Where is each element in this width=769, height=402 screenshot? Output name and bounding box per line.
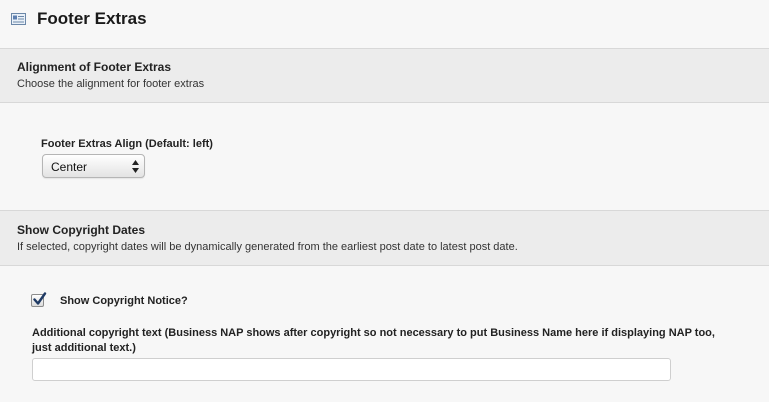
page-title: Footer Extras xyxy=(37,9,147,28)
copyright-section-description: If selected, copyright dates will be dyn… xyxy=(17,241,518,253)
select-arrows-icon xyxy=(132,160,139,173)
alignment-section-header: Alignment of Footer Extras Choose the al… xyxy=(0,48,769,103)
alignment-section-description: Choose the alignment for footer extras xyxy=(17,78,205,90)
page-header: Footer Extras xyxy=(0,0,769,42)
show-copyright-label: Show Copyright Notice? xyxy=(60,295,188,307)
additional-copyright-label-line2: just additional text.) xyxy=(32,342,136,354)
footer-align-select[interactable]: Center xyxy=(42,154,145,178)
footer-align-selected-value: Center xyxy=(51,160,88,174)
additional-copyright-input[interactable] xyxy=(32,358,671,381)
additional-copyright-label-line1: Additional copyright text (Business NAP … xyxy=(32,327,715,339)
alignment-section-title: Alignment of Footer Extras xyxy=(17,60,172,74)
settings-panel-icon xyxy=(11,13,26,25)
copyright-section-header: Show Copyright Dates If selected, copyri… xyxy=(0,210,769,266)
copyright-section-title: Show Copyright Dates xyxy=(17,223,146,237)
settings-page: Footer Extras Alignment of Footer Extras… xyxy=(0,0,769,402)
checkmark-icon xyxy=(33,292,47,305)
footer-align-label: Footer Extras Align (Default: left) xyxy=(41,138,213,150)
show-copyright-checkbox[interactable] xyxy=(31,292,47,307)
